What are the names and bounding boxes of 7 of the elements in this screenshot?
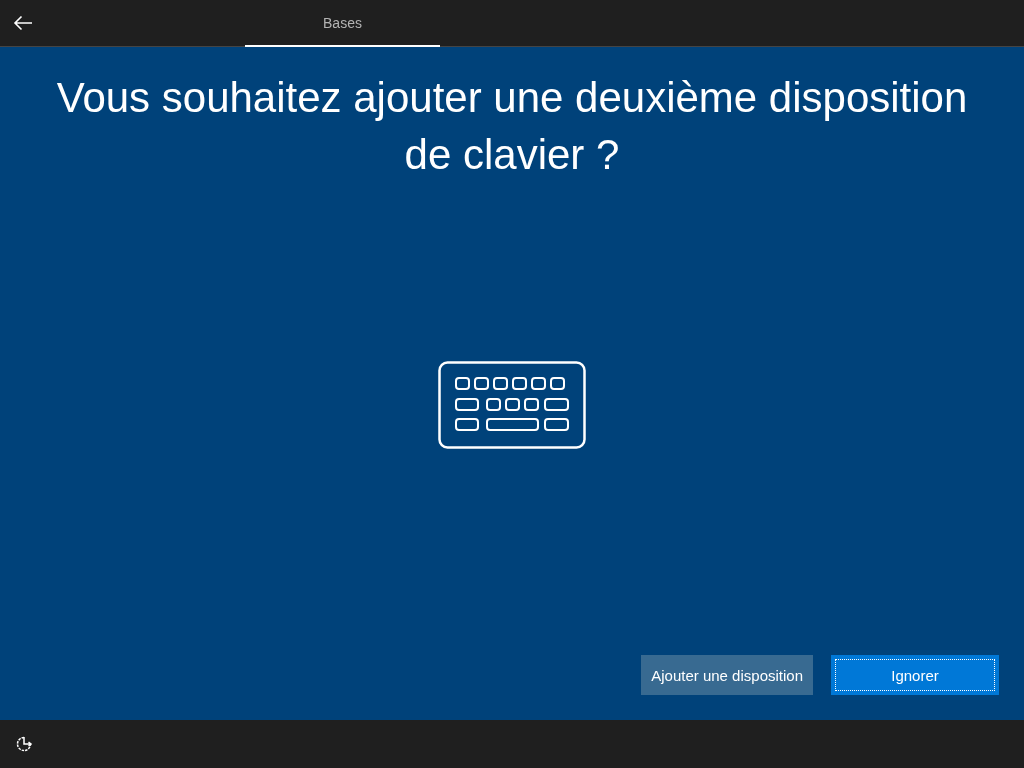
accessibility-icon xyxy=(15,735,33,753)
skip-button[interactable]: Ignorer xyxy=(831,655,999,695)
keyboard-icon xyxy=(438,361,586,449)
accessibility-button[interactable] xyxy=(14,734,34,754)
add-layout-button[interactable]: Ajouter une disposition xyxy=(641,655,813,695)
page-title: Vous souhaitez ajouter une deuxième disposition de clavier ? xyxy=(55,73,969,180)
arrow-left-icon xyxy=(13,15,33,31)
